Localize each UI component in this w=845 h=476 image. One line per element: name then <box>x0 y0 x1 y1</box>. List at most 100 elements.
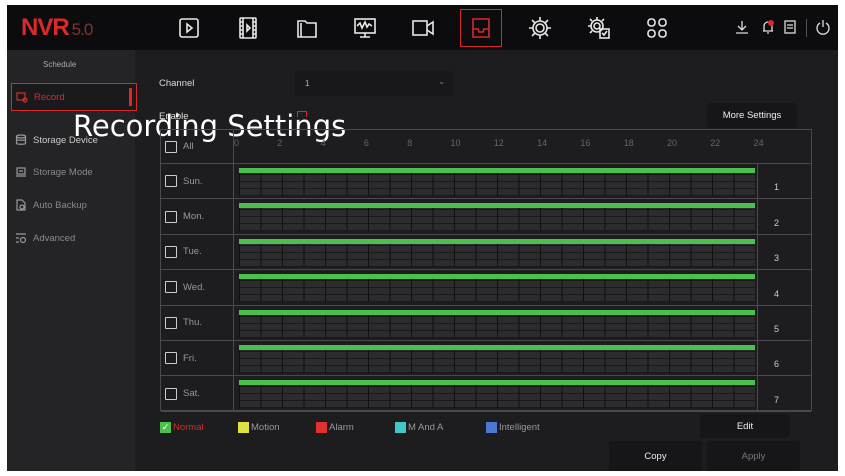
sidebar-item-label: Record <box>34 91 65 103</box>
sidebar-heading: Schedule <box>43 60 77 69</box>
hour-tick-label: 14 <box>537 138 548 148</box>
day-number: 1 <box>757 164 811 199</box>
schedule-grid[interactable]: All 0 2 4 6 8 10 12 14 16 18 20 22 24 Sun. 1 Mon. 2 Tu… <box>160 129 812 412</box>
channel-value: 1 <box>305 79 310 88</box>
day-row: Mon. 2 <box>161 199 811 235</box>
divider <box>806 19 807 37</box>
hour-tick-label: 4 <box>320 138 326 148</box>
legend-swatch <box>238 422 249 433</box>
day-cell[interactable]: Fri. <box>161 341 234 376</box>
day-cell[interactable]: Thu. <box>161 305 234 340</box>
select-all-cell[interactable]: All <box>161 130 234 163</box>
day-cell[interactable]: Sun. <box>161 164 234 199</box>
day-timeline[interactable] <box>239 274 755 303</box>
sidebar-item-advanced[interactable]: Advanced <box>11 224 137 252</box>
sidebar-item-auto-backup[interactable]: Auto Backup <box>11 191 137 219</box>
day-label: Thu. <box>183 317 203 329</box>
legend-swatch: ✓ <box>160 422 171 433</box>
legend-item[interactable]: M And A <box>395 422 443 433</box>
channel-select[interactable]: 1 ⌄ <box>295 71 453 96</box>
day-timeline[interactable] <box>239 345 755 373</box>
legend-item[interactable]: ✓ Normal <box>160 422 204 433</box>
hdd-icon <box>16 167 26 177</box>
day-row: Tue. 3 <box>161 234 811 271</box>
day-row: Sat. 7 <box>161 376 811 412</box>
video-clip-icon[interactable] <box>227 9 269 47</box>
file-folder-icon[interactable] <box>286 9 328 47</box>
monitor-icon[interactable] <box>344 9 386 47</box>
legend-label: Alarm <box>329 422 354 433</box>
day-number: 6 <box>757 341 811 376</box>
playback-icon[interactable] <box>168 9 210 47</box>
hour-tick-label: 6 <box>363 138 369 148</box>
day-checkbox[interactable] <box>165 387 177 400</box>
settings-gear-icon[interactable] <box>519 9 561 47</box>
day-timeline[interactable] <box>239 168 755 196</box>
day-label: Fri. <box>183 352 197 364</box>
day-label: Mon. <box>183 211 205 223</box>
day-row: Fri. 6 <box>161 341 811 377</box>
day-timeline[interactable] <box>239 380 755 409</box>
sidebar-item-record[interactable]: Record <box>11 83 137 111</box>
day-row: Thu. 5 <box>161 305 811 341</box>
channel-label: Channel <box>159 78 195 89</box>
hour-tick-label: 16 <box>580 138 591 148</box>
chevron-down-icon: ⌄ <box>438 77 445 86</box>
camera-icon[interactable] <box>402 9 444 47</box>
record-icon <box>16 92 28 103</box>
more-settings-button[interactable]: More Settings <box>707 103 797 128</box>
day-number: 3 <box>757 234 811 270</box>
download-icon[interactable] <box>734 19 750 35</box>
day-cell[interactable]: Tue. <box>161 234 234 270</box>
legend-label: Intelligent <box>499 422 540 433</box>
hour-tick-label: 0 <box>234 138 240 148</box>
logo-name: NVR <box>21 14 70 41</box>
logo: NVR 5.0 <box>21 14 93 42</box>
legend-item[interactable]: Intelligent <box>486 422 540 433</box>
database-icon <box>15 134 27 145</box>
sidebar-item-label: Auto Backup <box>33 199 87 211</box>
legend-swatch <box>395 422 406 433</box>
sidebar-item-storage-mode[interactable]: Storage Mode <box>11 158 137 186</box>
day-label: Sun. <box>183 175 203 187</box>
legend-item[interactable]: Alarm <box>316 422 354 433</box>
grid-header-row: All 0 2 4 6 8 10 12 14 16 18 20 22 24 <box>161 130 811 164</box>
sidebar-item-label: Advanced <box>33 232 76 244</box>
hour-tick-label: 18 <box>623 138 634 148</box>
top-bar: NVR 5.0 <box>7 5 838 50</box>
day-cell[interactable]: Wed. <box>161 270 234 305</box>
day-label: Sat. <box>183 388 200 400</box>
day-checkbox[interactable] <box>165 316 177 329</box>
power-icon[interactable] <box>815 19 831 35</box>
day-number: 5 <box>757 305 811 340</box>
day-checkbox[interactable] <box>165 281 177 294</box>
storage-tray-icon[interactable] <box>460 9 502 47</box>
day-cell[interactable]: Sat. <box>161 376 234 411</box>
day-number: 4 <box>757 270 811 305</box>
system-settings-icon[interactable] <box>578 9 620 47</box>
alarm-bell-icon[interactable] <box>760 19 776 35</box>
day-timeline[interactable] <box>239 309 755 338</box>
edit-button[interactable]: Edit <box>700 414 790 438</box>
day-checkbox[interactable] <box>165 175 177 188</box>
backup-icon <box>16 199 26 211</box>
hour-tick-label: 20 <box>667 138 678 148</box>
apps-grid-icon[interactable] <box>636 9 678 47</box>
apply-button[interactable]: Apply <box>707 441 800 471</box>
copy-button[interactable]: Copy <box>609 441 702 471</box>
select-all-checkbox[interactable] <box>165 140 177 153</box>
legend-item[interactable]: Motion <box>238 422 280 433</box>
day-checkbox[interactable] <box>165 352 177 365</box>
day-timeline[interactable] <box>239 238 755 267</box>
hour-tick-label: 8 <box>407 138 413 148</box>
legend-label: M And A <box>408 422 444 433</box>
legend-swatch <box>316 422 327 433</box>
advanced-settings-icon <box>16 233 27 244</box>
info-icon[interactable] <box>782 19 798 35</box>
hour-tick-label: 24 <box>753 138 764 148</box>
all-label: All <box>183 141 194 152</box>
day-cell[interactable]: Mon. <box>161 199 234 234</box>
day-timeline[interactable] <box>239 203 755 232</box>
day-checkbox[interactable] <box>165 210 177 223</box>
day-checkbox[interactable] <box>165 245 177 258</box>
